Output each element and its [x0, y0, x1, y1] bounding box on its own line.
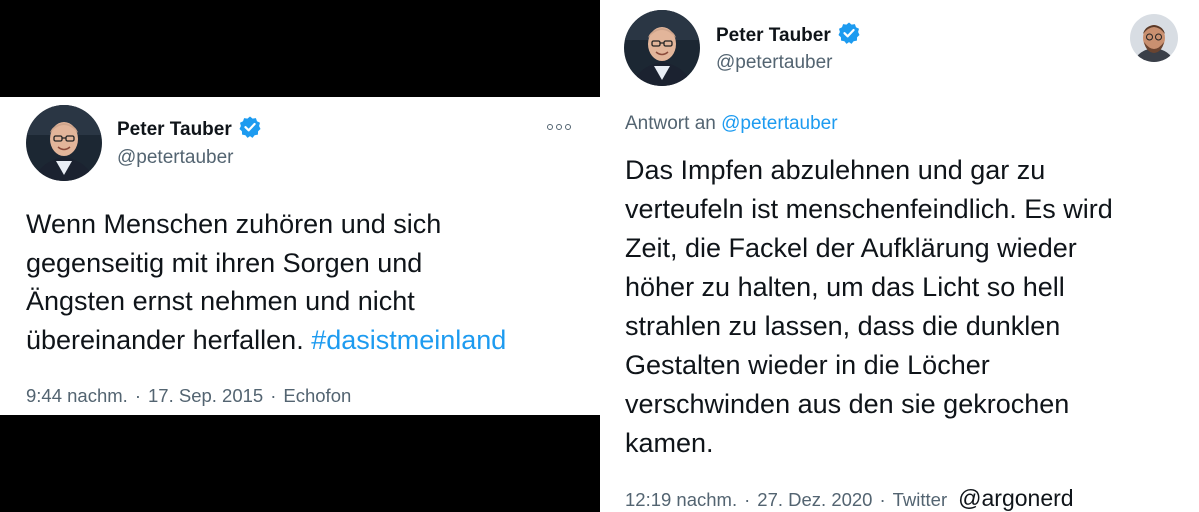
- reply-context: Antwort an @petertauber: [625, 113, 838, 135]
- handle[interactable]: @petertauber: [716, 52, 832, 74]
- tweet-line: verschwinden aus den sie gekrochen: [625, 389, 1070, 419]
- tweet-source[interactable]: Echofon: [283, 385, 351, 407]
- tweet-line: gegenseitig mit ihren Sorgen und: [26, 247, 423, 278]
- hashtag-link[interactable]: #dasistmeinland: [311, 325, 506, 355]
- handle[interactable]: @petertauber: [117, 147, 233, 169]
- display-name[interactable]: Peter Tauber: [716, 25, 831, 47]
- display-name[interactable]: Peter Tauber: [117, 119, 232, 141]
- verified-badge-icon: [837, 21, 861, 50]
- more-options-icon[interactable]: [547, 124, 571, 130]
- avatar[interactable]: [624, 10, 700, 86]
- tweet-time[interactable]: 12:19 nachm.: [625, 489, 737, 511]
- tweet-line: Das Impfen abzulehnen und gar zu: [625, 155, 1046, 185]
- reply-handle-link[interactable]: @petertauber: [721, 113, 837, 134]
- tweet-line: strahlen zu lassen, dass die dunklen: [625, 311, 1061, 341]
- tweet-line: höher zu halten, um das Licht so hell: [625, 272, 1065, 302]
- tweet-line: Gestalten wieder in die Löcher: [625, 350, 990, 380]
- meta-separator: ·: [744, 489, 751, 510]
- reply-prefix: Antwort an: [625, 113, 716, 134]
- tweet-line: Zeit, die Fackel der Aufklärung wieder: [625, 233, 1077, 263]
- tweet-line: übereinander herfallen.: [26, 324, 312, 355]
- verified-badge-icon: [238, 115, 262, 144]
- watermark-handle: @argonerd: [958, 485, 1074, 511]
- tweet-time[interactable]: 9:44 nachm.: [26, 385, 128, 407]
- right-screenshot: Peter Tauber @petertauber Antwort an @pe…: [600, 0, 1199, 512]
- meta-separator: ·: [879, 489, 886, 510]
- tweet-text: Wenn Menschen zuhören und sich gegenseit…: [26, 205, 586, 359]
- tweet-date[interactable]: 17. Sep. 2015: [148, 385, 263, 407]
- tweet-card-left: Peter Tauber @petertauber Wenn Menschen …: [0, 97, 600, 415]
- tweet-line: Ängsten ernst nehmen und nicht: [26, 286, 415, 316]
- author-name-row: Peter Tauber: [716, 21, 861, 50]
- current-user-avatar[interactable]: [1130, 14, 1178, 62]
- tweet-meta: 9:44 nachm. · 17. Sep. 2015 · Echofon: [26, 385, 351, 407]
- tweet-text: Das Impfen abzulehnen und gar zu verteuf…: [625, 151, 1195, 463]
- meta-separator: ·: [134, 385, 141, 406]
- tweet-line: kamen.: [625, 428, 714, 458]
- left-screenshot: Peter Tauber @petertauber Wenn Menschen …: [0, 0, 600, 512]
- author-name-row: Peter Tauber: [117, 115, 262, 144]
- tweet-line: verteufeln ist menschenfeindlich. Es wir…: [625, 194, 1113, 224]
- tweet-meta: 12:19 nachm. · 27. Dez. 2020 · Twitter @…: [625, 485, 1074, 512]
- tweet-source[interactable]: Twitter: [893, 489, 947, 511]
- tweet-line-last: übereinander herfallen. #dasistmeinland: [26, 321, 586, 360]
- tweet-line: Wenn Menschen zuhören und sich: [26, 209, 442, 239]
- tweet-date[interactable]: 27. Dez. 2020: [757, 489, 872, 511]
- avatar[interactable]: [26, 105, 102, 181]
- meta-separator: ·: [270, 385, 277, 406]
